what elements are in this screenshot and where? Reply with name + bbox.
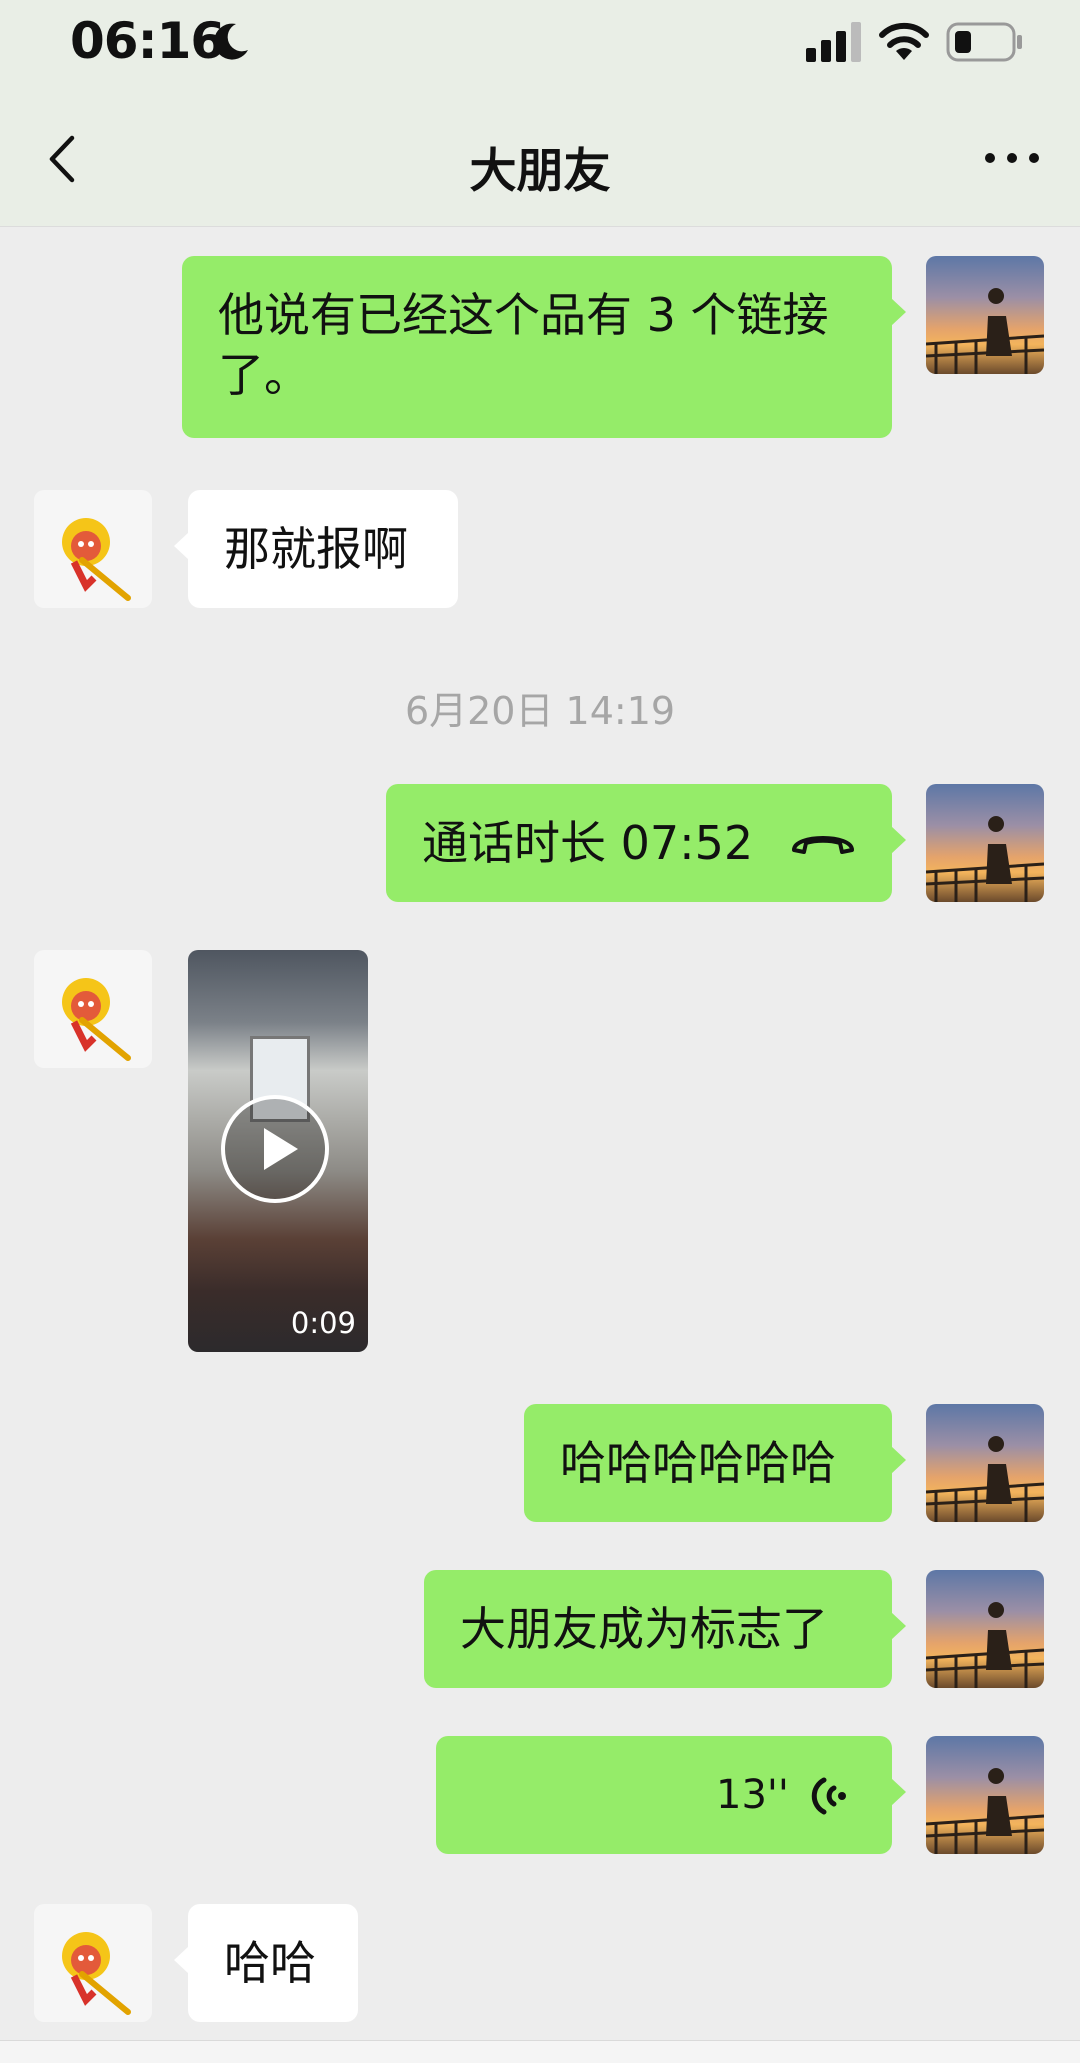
voice-duration: 13'' bbox=[716, 1772, 789, 1818]
chat-title: 大朋友 bbox=[469, 144, 611, 199]
avatar-self[interactable] bbox=[926, 1570, 1044, 1688]
call-record-bubble[interactable]: 通话时长 07:52 bbox=[386, 784, 906, 902]
moon-icon bbox=[214, 23, 248, 60]
status-time: 06:16 bbox=[70, 12, 225, 70]
video-duration: 0:09 bbox=[290, 1306, 356, 1340]
avatar-self[interactable] bbox=[926, 256, 1044, 374]
avatar-contact[interactable] bbox=[34, 950, 152, 1068]
message-bubble-incoming[interactable]: 那就报啊 bbox=[174, 490, 458, 608]
message-text: 那就报啊 bbox=[224, 522, 408, 576]
message-text: 哈哈哈哈哈哈 bbox=[560, 1436, 836, 1490]
voice-icon bbox=[811, 1777, 846, 1815]
status-bar: 06:16 bbox=[0, 0, 1080, 92]
avatar-self[interactable] bbox=[926, 1736, 1044, 1854]
signal-icon bbox=[806, 22, 861, 62]
timestamp: 6月20日 14:19 bbox=[404, 689, 676, 733]
message-bubble-incoming[interactable]: 哈哈 bbox=[174, 1904, 358, 2022]
avatar-self[interactable] bbox=[926, 784, 1044, 902]
avatar-self[interactable] bbox=[926, 1404, 1044, 1522]
avatar-contact[interactable] bbox=[34, 490, 152, 608]
voice-message-bubble[interactable]: 13'' bbox=[436, 1736, 906, 1854]
chat-header: 大朋友 bbox=[0, 92, 1080, 227]
avatar-contact[interactable] bbox=[34, 1904, 152, 2022]
input-bar-edge bbox=[0, 2040, 1080, 2063]
message-text: 大朋友成为标志了 bbox=[460, 1602, 828, 1656]
wifi-icon bbox=[879, 22, 929, 60]
call-duration-text: 通话时长 07:52 bbox=[422, 816, 754, 870]
video-message[interactable]: 0:09 bbox=[188, 950, 368, 1352]
message-bubble-outgoing[interactable]: 哈哈哈哈哈哈 bbox=[524, 1404, 906, 1522]
message-text: 他说有已经这个品有 3 个链接了。 bbox=[218, 288, 829, 402]
play-icon[interactable] bbox=[220, 1094, 330, 1204]
battery-icon bbox=[946, 22, 1022, 62]
message-bubble-outgoing[interactable]: 他说有已经这个品有 3 个链接了。 bbox=[182, 256, 906, 438]
phone-hangup-icon bbox=[792, 836, 854, 854]
message-bubble-outgoing[interactable]: 大朋友成为标志了 bbox=[424, 1570, 906, 1688]
more-icon[interactable] bbox=[980, 136, 1044, 180]
message-text: 哈哈 bbox=[224, 1936, 316, 1990]
